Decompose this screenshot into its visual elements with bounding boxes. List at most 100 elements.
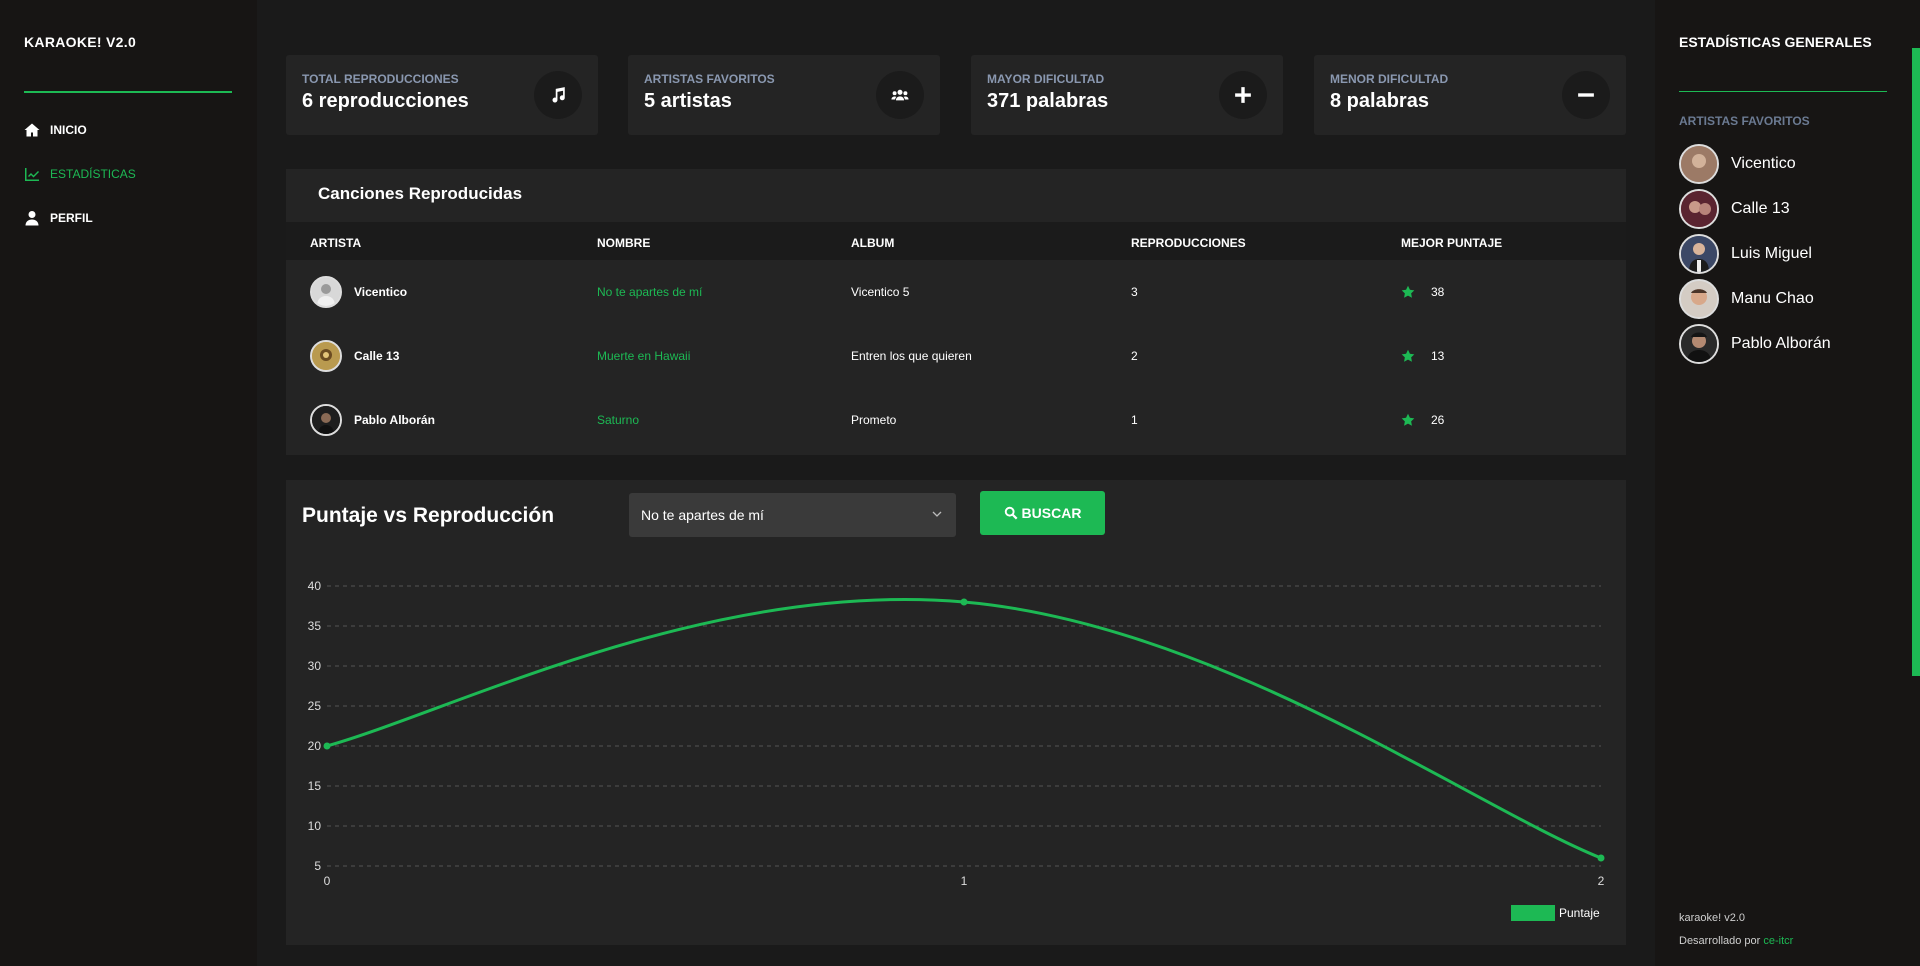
- sidebar-item-inicio[interactable]: INICIO: [24, 122, 87, 138]
- plays-cell: 1: [1131, 413, 1138, 427]
- stat-card-max-difficulty: MAYOR DIFICULTAD 371 palabras: [971, 55, 1283, 135]
- stat-card-favorite-artists: ARTISTAS FAVORITOS 5 artistas: [628, 55, 940, 135]
- plays-cell: 2: [1131, 349, 1138, 363]
- star-icon: [1401, 413, 1415, 426]
- stat-value: 371 palabras: [987, 90, 1109, 112]
- plays-cell: 3: [1131, 285, 1138, 299]
- album-cell: Vicentico 5: [851, 285, 910, 299]
- search-button-label: BUSCAR: [1021, 505, 1082, 521]
- favorite-artist-name: Pablo Alborán: [1731, 335, 1831, 352]
- users-icon: [876, 71, 924, 119]
- brand-title: KARAOKE! V2.0: [24, 34, 137, 50]
- favorite-artist-name: Manu Chao: [1731, 290, 1814, 307]
- column-header: REPRODUCCIONES: [1131, 236, 1246, 250]
- favorite-artist[interactable]: Luis Miguel: [1679, 234, 1812, 274]
- sidebar-item-estadisticas[interactable]: ESTADÍSTICAS: [24, 166, 136, 182]
- table-title: Canciones Reproducidas: [318, 184, 523, 203]
- right-divider: [1679, 91, 1887, 92]
- artist-name: Calle 13: [354, 349, 400, 363]
- favorites-subtitle: ARTISTAS FAVORITOS: [1679, 114, 1810, 128]
- data-point: [323, 742, 331, 750]
- artist-avatar: [1679, 144, 1719, 184]
- artist-avatar: [1679, 324, 1719, 364]
- select-value: No te apartes de mí: [641, 507, 764, 523]
- artist-avatar: [310, 276, 342, 308]
- footer-version: karaoke! v2.0: [1679, 912, 1746, 924]
- score-value: 26: [1431, 413, 1445, 427]
- song-link[interactable]: Saturno: [597, 388, 639, 452]
- y-tick-label: 40: [308, 579, 322, 593]
- star-icon: [1401, 285, 1415, 298]
- sidebar-item-perfil[interactable]: PERFIL: [24, 210, 93, 226]
- song-link[interactable]: Muerte en Hawaii: [597, 324, 690, 388]
- favorite-artist[interactable]: Vicentico: [1679, 144, 1796, 184]
- minus-icon: [1562, 71, 1610, 119]
- sidebar-item-label: ESTADÍSTICAS: [50, 167, 136, 181]
- stat-value: 6 reproducciones: [302, 90, 469, 112]
- footer-link[interactable]: ce-itcr: [1763, 935, 1793, 947]
- home-icon: [24, 123, 40, 137]
- artist-avatar: [1679, 234, 1719, 274]
- search-button[interactable]: BUSCAR: [980, 491, 1105, 535]
- footer-credits: Desarrollado por ce-itcr: [1679, 935, 1793, 947]
- x-tick-label: 0: [324, 874, 331, 888]
- y-tick-label: 15: [308, 779, 322, 793]
- data-point: [960, 598, 968, 606]
- main-content: TOTAL REPRODUCCIONES 6 reproducciones AR…: [257, 0, 1655, 966]
- column-header: ARTISTA: [310, 236, 362, 250]
- scrollbar-thumb[interactable]: [1912, 48, 1920, 676]
- general-stats-title: ESTADÍSTICAS GENERALES: [1679, 34, 1872, 50]
- stat-label: TOTAL REPRODUCCIONES: [302, 72, 459, 86]
- score-chart-panel: 5 10 15 20 25 30 35 40 0 1 2 Puntaje Puntaje vs Rep…: [286, 480, 1626, 945]
- footer-prefix: Desarrollado por: [1679, 935, 1761, 947]
- left-sidebar: KARAOKE! V2.0 INICIO ESTADÍSTICAS PERFIL: [0, 0, 257, 966]
- chart-title: Puntaje vs Reproducción: [302, 504, 555, 527]
- stat-label: ARTISTAS FAVORITOS: [644, 72, 775, 86]
- column-header: ALBUM: [851, 236, 895, 250]
- favorite-artist-name: Vicentico: [1731, 155, 1796, 172]
- favorite-artist[interactable]: Manu Chao: [1679, 279, 1814, 319]
- stat-value: 8 palabras: [1330, 90, 1429, 112]
- favorite-artist[interactable]: Calle 13: [1679, 189, 1790, 229]
- artist-name: Vicentico: [354, 285, 408, 299]
- favorite-artist[interactable]: Pablo Alborán: [1679, 324, 1831, 364]
- y-tick-label: 25: [308, 699, 322, 713]
- table-row[interactable]: Calle 13 Muerte en Hawaii Entren los que…: [286, 324, 1626, 388]
- stat-label: MAYOR DIFICULTAD: [987, 72, 1105, 86]
- artist-avatar: [310, 340, 342, 372]
- songs-table: Canciones Reproducidas ARTISTA NOMBRE AL…: [286, 169, 1626, 455]
- sidebar-divider: [24, 91, 232, 93]
- artist-cell: Calle 13: [310, 324, 399, 388]
- column-header: MEJOR PUNTAJE: [1401, 236, 1503, 250]
- song-select[interactable]: No te apartes de mí: [629, 493, 956, 537]
- score-value: 38: [1431, 285, 1445, 299]
- chevron-down-icon: [932, 511, 942, 517]
- artist-avatar: [1679, 189, 1719, 229]
- chart-icon: [25, 168, 39, 181]
- y-tick-label: 35: [308, 619, 322, 633]
- y-tick-label: 20: [308, 739, 322, 753]
- x-tick-label: 2: [1598, 874, 1605, 888]
- album-cell: Prometo: [851, 413, 897, 427]
- score-cell: 13: [1401, 324, 1444, 388]
- table-header: ARTISTA NOMBRE ALBUM REPRODUCCIONES MEJO…: [286, 222, 1626, 260]
- sidebar-item-label: PERFIL: [50, 211, 93, 225]
- data-point: [1597, 854, 1605, 862]
- score-cell: 38: [1401, 260, 1444, 324]
- y-tick-label: 10: [308, 819, 322, 833]
- artist-avatar: [1679, 279, 1719, 319]
- plus-icon: [1219, 71, 1267, 119]
- column-header: NOMBRE: [597, 236, 651, 250]
- song-link[interactable]: No te apartes de mí: [597, 260, 702, 324]
- album-cell: Entren los que quieren: [851, 349, 972, 363]
- stat-label: MENOR DIFICULTAD: [1330, 72, 1449, 86]
- table-row[interactable]: Pablo Alborán Saturno Prometo 1 26: [286, 388, 1626, 452]
- score-line-chart: 5 10 15 20 25 30 35 40 0 1 2 Puntaje: [308, 579, 1605, 921]
- legend-label: Puntaje: [1559, 906, 1600, 920]
- table-row[interactable]: Vicentico No te apartes de mí Vicentico …: [286, 260, 1626, 324]
- y-tick-label: 30: [308, 659, 322, 673]
- favorite-artist-name: Calle 13: [1731, 200, 1790, 217]
- artist-avatar: [310, 404, 342, 436]
- music-icon: [534, 71, 582, 119]
- x-tick-label: 1: [961, 874, 968, 888]
